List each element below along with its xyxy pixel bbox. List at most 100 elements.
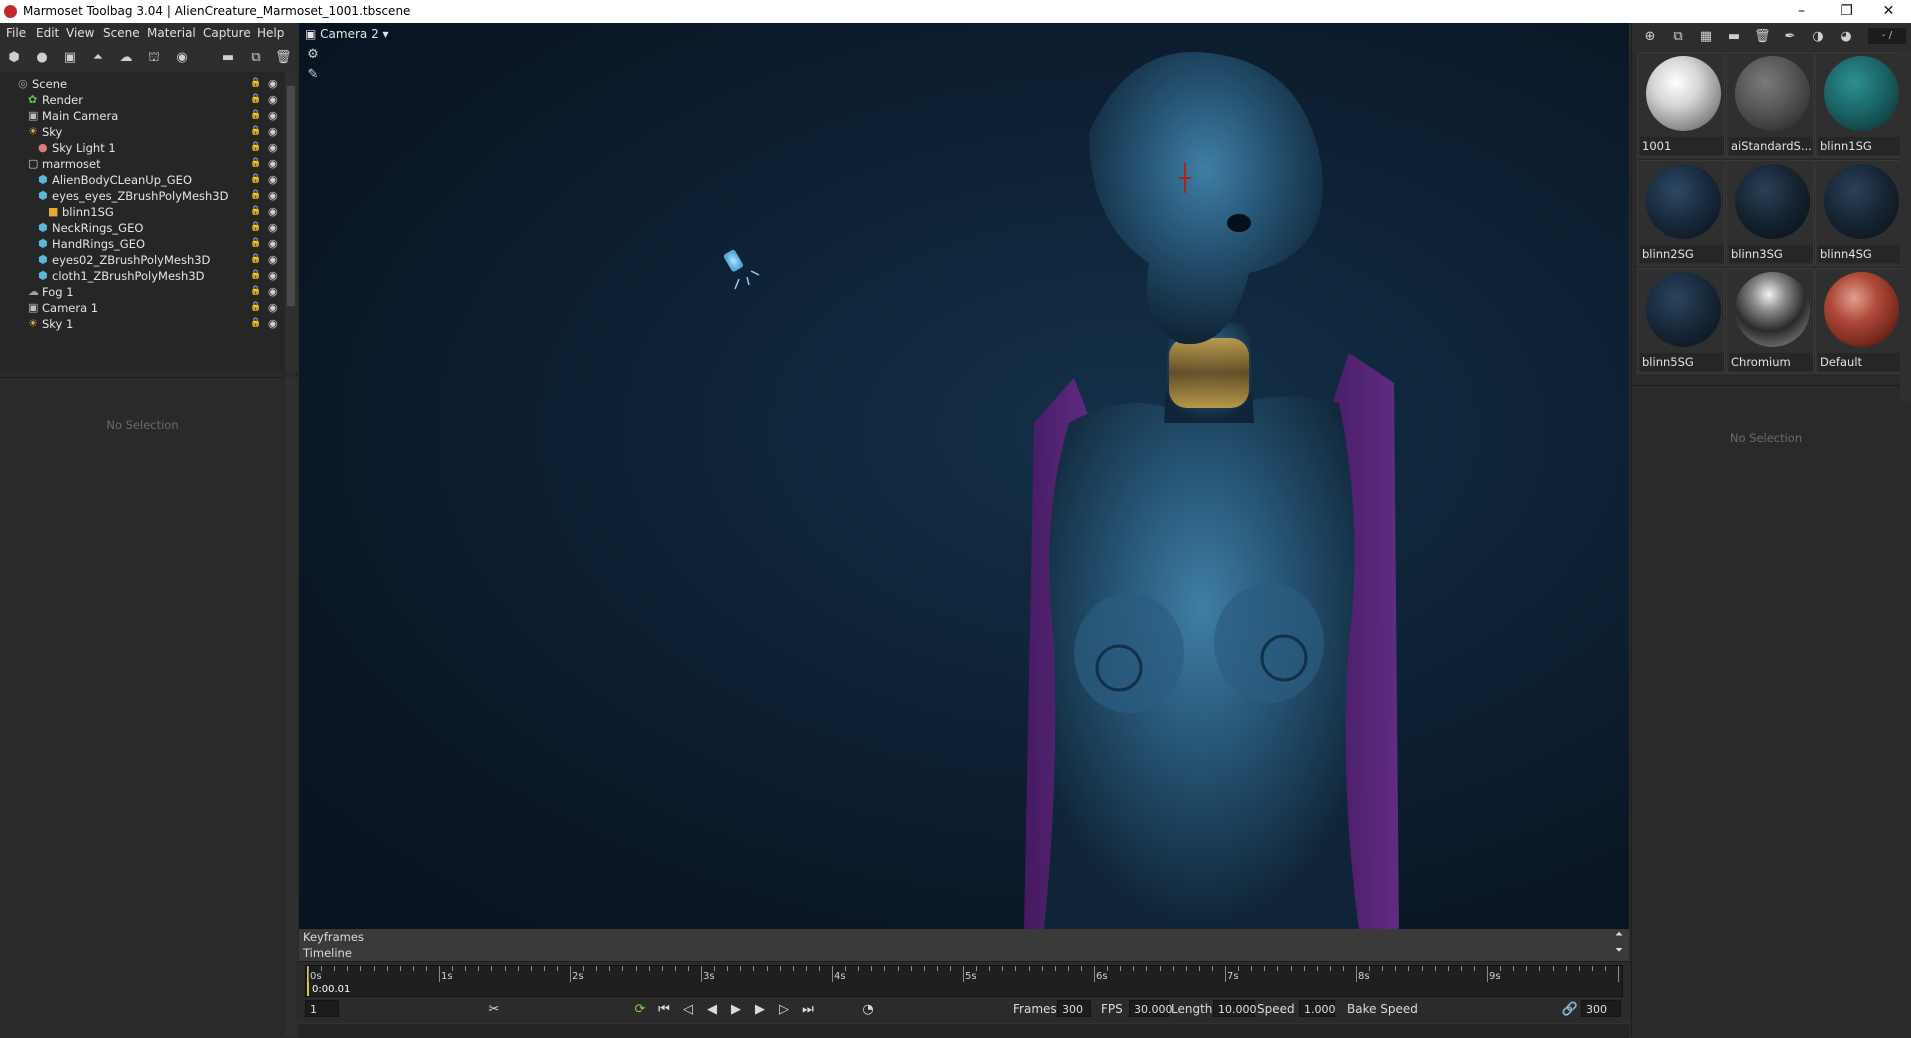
- delete-icon[interactable]: 🗑: [275, 50, 292, 66]
- speed-field[interactable]: 1.000: [1299, 1000, 1336, 1017]
- eyedropper-icon[interactable]: ✒: [1782, 29, 1798, 45]
- visibility-eye-icon[interactable]: ◉: [268, 301, 278, 315]
- collapse-timeline-icon[interactable]: ⏷: [1615, 945, 1623, 956]
- keyframes-header[interactable]: Keyframes ⏶: [299, 929, 1629, 946]
- lock-icon[interactable]: 🔒: [250, 142, 261, 153]
- visibility-eye-icon[interactable]: ◉: [268, 221, 278, 235]
- visibility-eye-icon[interactable]: ◉: [268, 285, 278, 299]
- visibility-eye-icon[interactable]: ◉: [268, 237, 278, 251]
- material-swatch[interactable]: Default: [1815, 268, 1903, 374]
- add-fog-icon[interactable]: ☁: [118, 50, 134, 66]
- restore-button[interactable]: ❐: [1824, 0, 1869, 23]
- timeline-ruler[interactable]: 0:00.01 0s 1s 2s 3s 4s 5s 6s 7s 8s 9s: [305, 965, 1623, 997]
- link-icon[interactable]: 🔗: [1561, 1001, 1579, 1019]
- material-swatch[interactable]: blinn2SG: [1637, 160, 1725, 266]
- next-key-icon[interactable]: ▷: [775, 1001, 793, 1019]
- visibility-eye-icon[interactable]: ◉: [268, 317, 278, 331]
- lock-icon[interactable]: 🔒: [250, 78, 261, 89]
- visibility-eye-icon[interactable]: ◉: [268, 109, 278, 123]
- bake-speed-button[interactable]: Bake Speed: [1347, 1002, 1418, 1016]
- visibility-eye-icon[interactable]: ◉: [268, 173, 278, 187]
- visibility-eye-icon[interactable]: ◉: [268, 141, 278, 155]
- sky-light-gizmo[interactable]: [723, 249, 760, 290]
- material-page-field[interactable]: - /: [1868, 28, 1906, 44]
- scene-tree-item[interactable]: ⬢ NeckRings_GEO 🔒 ◉: [0, 220, 285, 236]
- add-mesh-icon[interactable]: ⬢: [6, 50, 22, 66]
- minimize-button[interactable]: –: [1779, 0, 1824, 23]
- previous-key-icon[interactable]: ◁: [679, 1001, 697, 1019]
- play-icon[interactable]: ▶: [727, 1001, 745, 1019]
- lock-icon[interactable]: 🔒: [250, 94, 261, 105]
- menu-capture[interactable]: Capture: [203, 26, 251, 40]
- menu-file[interactable]: File: [6, 26, 26, 40]
- duplicate-icon[interactable]: ⧉: [248, 50, 264, 66]
- length-field[interactable]: 10.000: [1213, 1000, 1257, 1017]
- material-swatch[interactable]: Chromium: [1726, 268, 1814, 374]
- menu-material[interactable]: Material: [147, 26, 196, 40]
- scene-tree-item[interactable]: ☀ Sky 1 🔒 ◉: [0, 316, 285, 332]
- open-folder-icon[interactable]: ▬: [220, 50, 236, 66]
- current-frame-field[interactable]: 1: [305, 1000, 339, 1017]
- lock-icon[interactable]: 🔒: [250, 302, 261, 313]
- timeline-header[interactable]: Timeline ⏷: [299, 945, 1629, 962]
- scissors-icon[interactable]: ✂: [485, 1001, 503, 1019]
- add-shadow-catcher-icon[interactable]: ⏶: [90, 50, 106, 66]
- add-sky-icon[interactable]: ◉: [174, 50, 190, 66]
- scene-tree-item[interactable]: ⬢ HandRings_GEO 🔒 ◉: [0, 236, 285, 252]
- add-light-icon[interactable]: ●: [34, 50, 50, 66]
- scene-tree-item[interactable]: ● Sky Light 1 🔒 ◉: [0, 140, 285, 156]
- loop-icon[interactable]: ⟳: [631, 1001, 649, 1019]
- visibility-eye-icon[interactable]: ◉: [268, 125, 278, 139]
- step-forward-icon[interactable]: ▶: [751, 1001, 769, 1019]
- visibility-eye-icon[interactable]: ◉: [268, 77, 278, 91]
- visibility-eye-icon[interactable]: ◉: [268, 205, 278, 219]
- material-swatch[interactable]: blinn5SG: [1637, 268, 1725, 374]
- fps-field[interactable]: 30.000: [1129, 1000, 1173, 1017]
- scene-tree-item[interactable]: ⬢ eyes02_ZBrushPolyMesh3D 🔒 ◉: [0, 252, 285, 268]
- lock-icon[interactable]: 🔒: [250, 174, 261, 185]
- scene-tree-item[interactable]: ⬢ cloth1_ZBrushPolyMesh3D 🔒 ◉: [0, 268, 285, 284]
- add-turntable-icon[interactable]: ⛫: [146, 50, 162, 66]
- scene-tree-item[interactable]: ⬢ eyes_eyes_ZBrushPolyMesh3D 🔒 ◉: [0, 188, 285, 204]
- lock-icon[interactable]: 🔒: [250, 254, 261, 265]
- menu-scene[interactable]: Scene: [103, 26, 140, 40]
- scene-tree-item[interactable]: ▣ Camera 1 🔒 ◉: [0, 300, 285, 316]
- scene-tree-item[interactable]: ☁ Fog 1 🔒 ◉: [0, 284, 285, 300]
- go-to-start-icon[interactable]: ⏮: [655, 1001, 673, 1019]
- visibility-eye-icon[interactable]: ◉: [268, 269, 278, 283]
- visibility-eye-icon[interactable]: ◉: [268, 253, 278, 267]
- add-camera-icon[interactable]: ▣: [62, 50, 78, 66]
- keyframe-track[interactable]: [299, 1023, 1629, 1038]
- lock-icon[interactable]: 🔒: [250, 126, 261, 137]
- edit-icon[interactable]: ◕: [1838, 29, 1854, 45]
- properties-scrollbar[interactable]: [285, 377, 297, 1037]
- step-back-icon[interactable]: ◀: [703, 1001, 721, 1019]
- lock-icon[interactable]: 🔒: [250, 238, 261, 249]
- material-swatch[interactable]: 1001: [1637, 52, 1725, 158]
- lock-icon[interactable]: 🔒: [250, 270, 261, 281]
- menu-help[interactable]: Help: [257, 26, 284, 40]
- lock-icon[interactable]: 🔒: [250, 158, 261, 169]
- lock-icon[interactable]: 🔒: [250, 110, 261, 121]
- 3d-viewport[interactable]: ▣ Camera 2 ▾ ⚙ ✎: [299, 23, 1629, 929]
- speed-dial-icon[interactable]: ◔: [859, 1001, 877, 1019]
- scene-tree-item[interactable]: ◎ Scene 🔒 ◉: [0, 76, 285, 92]
- lock-icon[interactable]: 🔒: [250, 318, 261, 329]
- lock-icon[interactable]: 🔒: [250, 190, 261, 201]
- scene-tree-item[interactable]: ■ blinn1SG 🔒 ◉: [0, 204, 285, 220]
- menu-edit[interactable]: Edit: [36, 26, 59, 40]
- visibility-eye-icon[interactable]: ◉: [268, 93, 278, 107]
- visibility-eye-icon[interactable]: ◉: [268, 189, 278, 203]
- material-swatch[interactable]: aiStandardS...: [1726, 52, 1814, 158]
- lock-icon[interactable]: 🔒: [250, 286, 261, 297]
- material-swatch[interactable]: blinn1SG: [1815, 52, 1903, 158]
- close-button[interactable]: ✕: [1866, 0, 1911, 23]
- scrollbar-thumb[interactable]: [287, 86, 295, 306]
- material-swatch[interactable]: blinn3SG: [1726, 160, 1814, 266]
- lock-icon[interactable]: 🔒: [250, 206, 261, 217]
- frames-field[interactable]: 300: [1057, 1000, 1091, 1017]
- visibility-eye-icon[interactable]: ◉: [268, 157, 278, 171]
- menu-view[interactable]: View: [66, 26, 94, 40]
- checker-icon[interactable]: ▦: [1698, 29, 1714, 45]
- folder-icon[interactable]: ▬: [1726, 29, 1742, 45]
